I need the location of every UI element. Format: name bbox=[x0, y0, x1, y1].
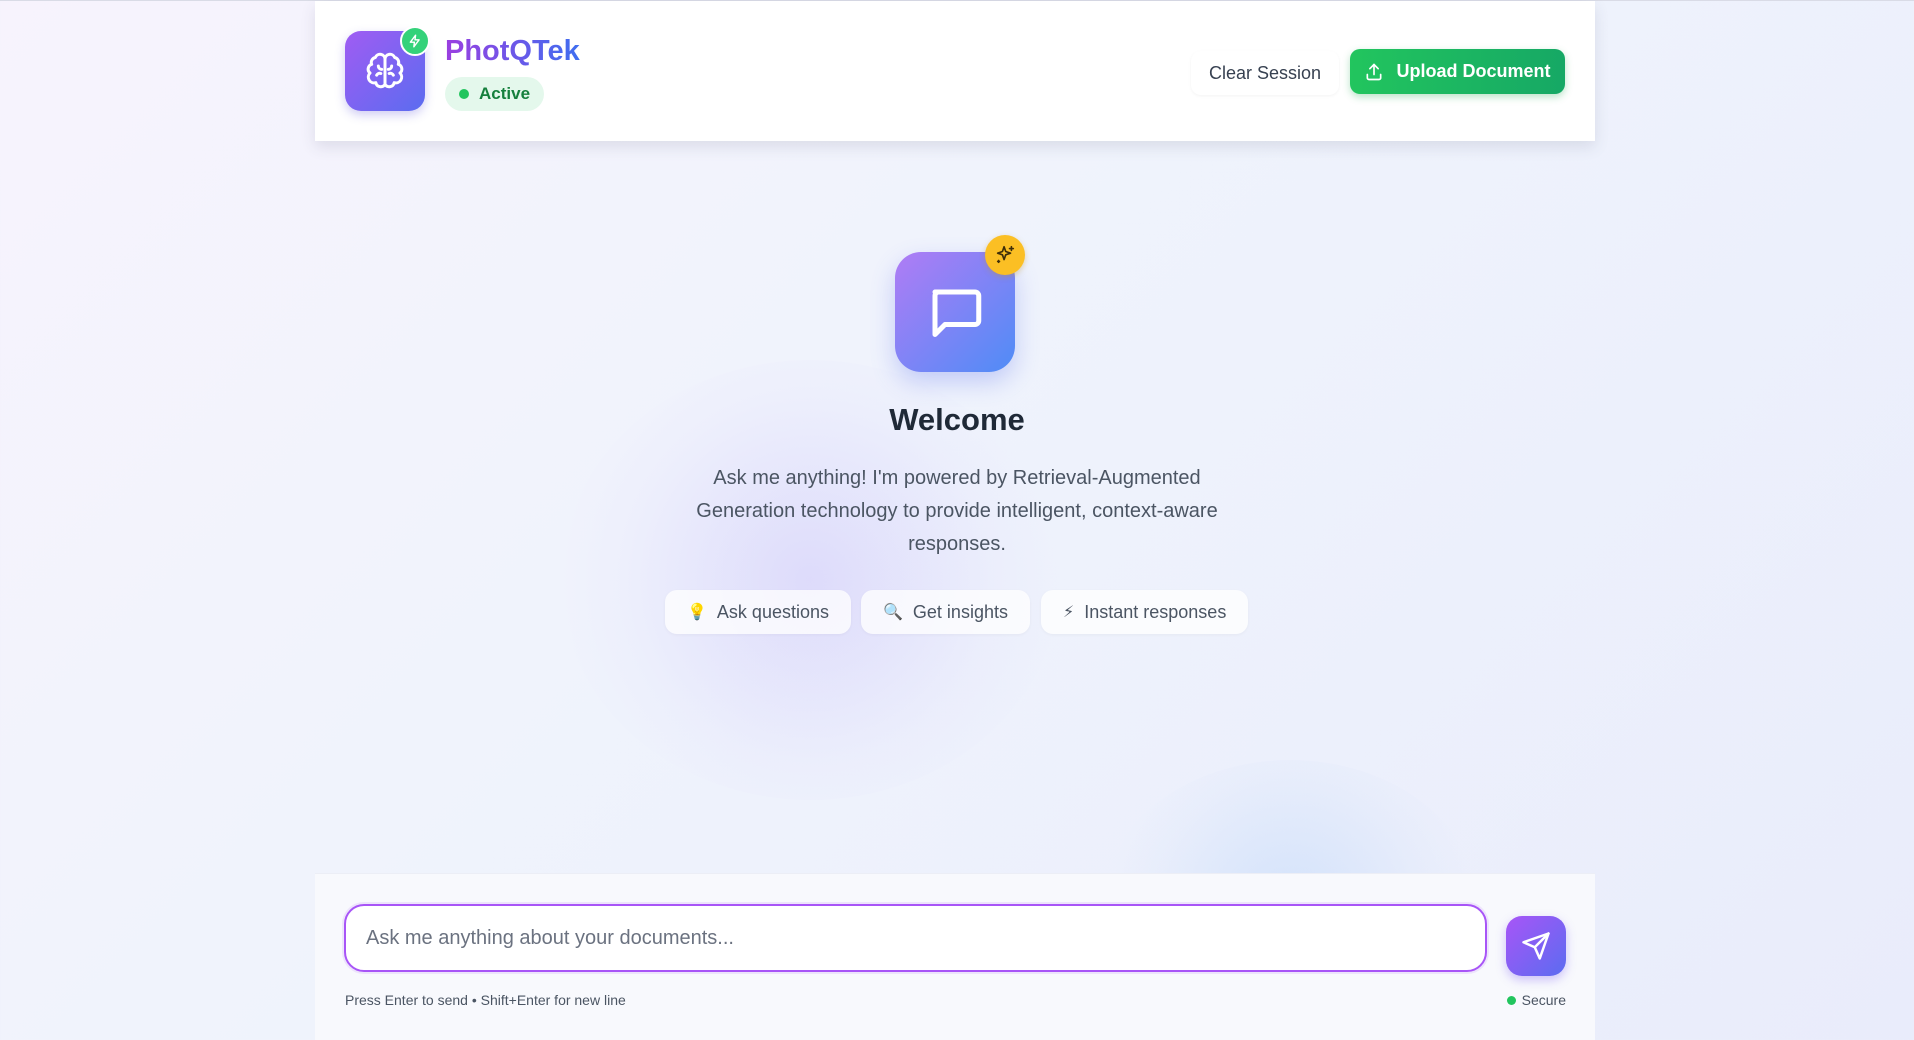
secure-label: Secure bbox=[1521, 992, 1566, 1008]
brain-icon bbox=[366, 52, 404, 89]
chip-label: Instant responses bbox=[1084, 601, 1227, 622]
upload-document-button[interactable]: Upload Document bbox=[1350, 49, 1565, 94]
lightbulb-icon: 💡 bbox=[687, 604, 707, 621]
send-button[interactable] bbox=[1506, 916, 1566, 976]
sparkles-icon bbox=[985, 235, 1025, 275]
chip-ask-questions[interactable]: 💡 Ask questions bbox=[665, 590, 851, 634]
welcome-title: Welcome bbox=[889, 402, 1025, 437]
message-composer: Press Enter to send • Shift+Enter for ne… bbox=[315, 873, 1595, 1040]
message-input-wrapper bbox=[344, 904, 1487, 972]
keyboard-hint: Press Enter to send • Shift+Enter for ne… bbox=[345, 992, 626, 1008]
app-title: PhotQTek bbox=[445, 35, 580, 67]
upload-icon bbox=[1366, 63, 1382, 80]
status-dot bbox=[459, 89, 469, 99]
chip-instant-responses[interactable]: ⚡ Instant responses bbox=[1041, 590, 1249, 634]
lightning-icon: ⚡ bbox=[1063, 604, 1075, 621]
magnifier-icon: 🔍 bbox=[883, 604, 903, 621]
app-header: PhotQTek Active Clear Session Upload Doc… bbox=[315, 1, 1595, 141]
lightning-icon bbox=[400, 26, 430, 56]
chip-label: Ask questions bbox=[716, 601, 829, 622]
secure-indicator: Secure bbox=[1506, 992, 1566, 1008]
upload-document-label: Upload Document bbox=[1396, 61, 1551, 81]
chip-get-insights[interactable]: 🔍 Get insights bbox=[861, 590, 1030, 634]
clear-session-label: Clear Session bbox=[1209, 62, 1322, 83]
message-input[interactable] bbox=[366, 906, 1466, 970]
clear-session-button[interactable]: Clear Session bbox=[1191, 51, 1340, 95]
status-badge: Active bbox=[445, 77, 545, 111]
send-icon bbox=[1522, 932, 1550, 960]
chip-label: Get insights bbox=[912, 601, 1008, 622]
secure-dot bbox=[1506, 995, 1516, 1005]
welcome-description: Ask me anything! I'm powered by Retrieva… bbox=[696, 467, 1218, 555]
status-label: Active bbox=[479, 84, 531, 103]
